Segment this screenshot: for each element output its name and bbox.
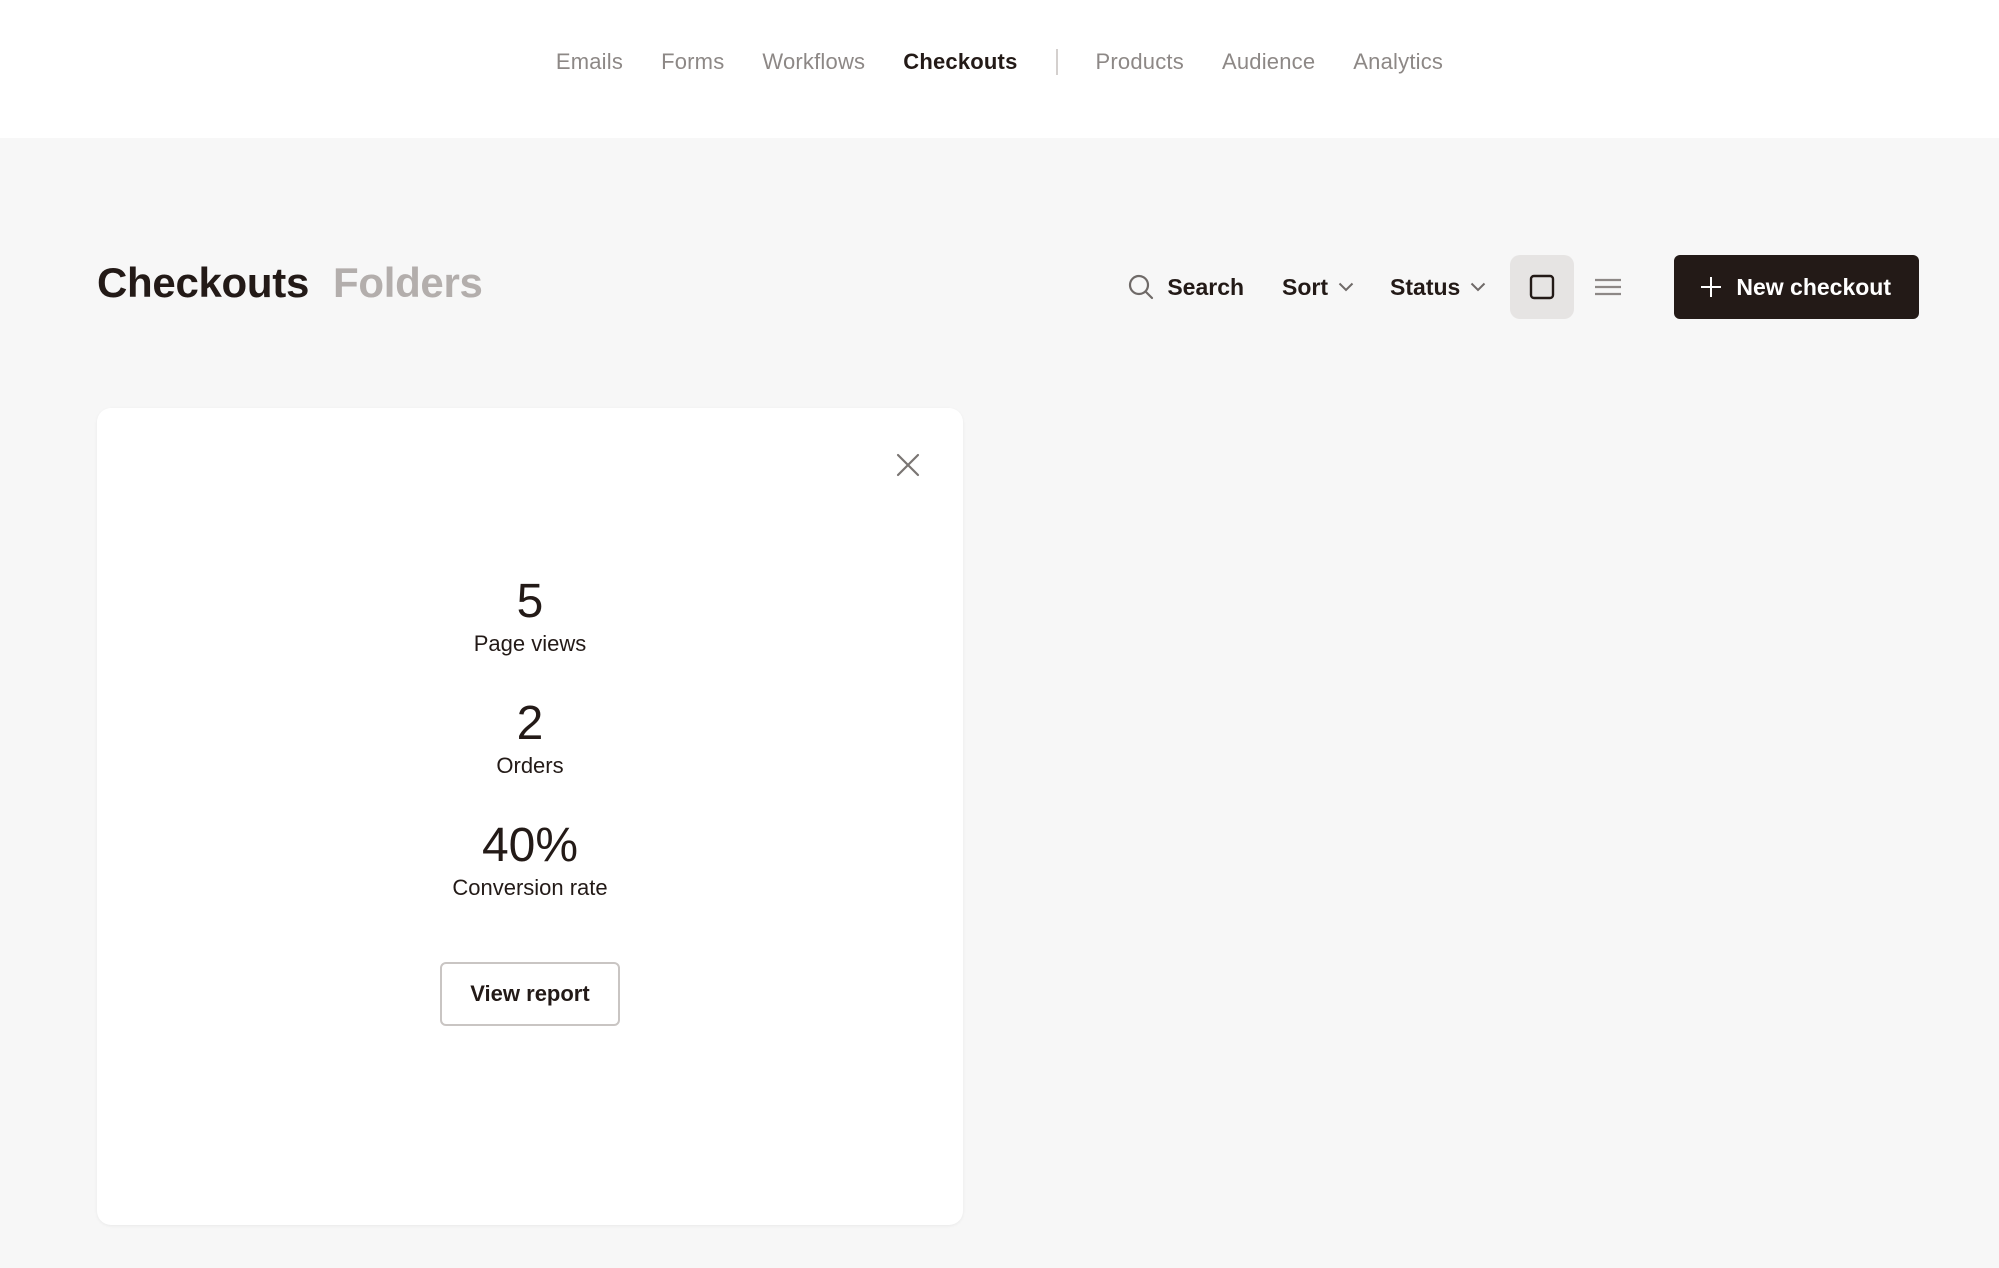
top-navigation: Emails Forms Workflows Checkouts Product…: [0, 0, 1999, 138]
search-label: Search: [1167, 273, 1245, 300]
stat-value: 40%: [481, 819, 579, 872]
search-icon: [1129, 274, 1154, 300]
nav-item-workflows[interactable]: Workflows: [743, 49, 884, 75]
stat-label: Page views: [473, 631, 587, 656]
nav-item-forms[interactable]: Forms: [642, 49, 743, 75]
nav-bar: Emails Forms Workflows Checkouts Product…: [0, 44, 1999, 80]
stat-label: Orders: [496, 753, 564, 778]
stat-value: 5: [516, 575, 544, 628]
nav-divider: [1055, 49, 1058, 75]
stat-orders: 2 Orders: [496, 698, 563, 780]
status-label: Status: [1390, 273, 1461, 300]
grid-view-icon: [1530, 274, 1555, 300]
toolbar: Search Sort Status New checkout: [1127, 255, 1919, 319]
stat-page-views: 5 Page views: [474, 576, 587, 658]
checkout-stats-card: 5 Page views 2 Orders 40% Conversion rat…: [97, 408, 963, 1225]
sort-label: Sort: [1282, 273, 1329, 300]
stat-conversion-rate: 40% Conversion rate: [452, 820, 607, 902]
grid-view-button[interactable]: [1510, 255, 1575, 319]
status-dropdown[interactable]: Status: [1390, 274, 1486, 301]
new-checkout-label: New checkout: [1736, 273, 1891, 300]
nav-item-emails[interactable]: Emails: [537, 49, 642, 75]
close-button[interactable]: [893, 450, 923, 480]
chevron-down-icon: [1338, 282, 1354, 292]
new-checkout-button[interactable]: New checkout: [1674, 255, 1919, 319]
list-view-button[interactable]: [1576, 255, 1640, 319]
search-button[interactable]: Search: [1127, 273, 1244, 301]
close-icon: [896, 453, 920, 477]
stat-label: Conversion rate: [452, 875, 608, 900]
chevron-down-icon: [1471, 282, 1486, 292]
nav-item-checkouts[interactable]: Checkouts: [884, 49, 1036, 75]
tab-folders[interactable]: Folders: [333, 259, 483, 307]
nav-item-analytics[interactable]: Analytics: [1334, 49, 1462, 75]
stat-value: 2: [516, 697, 544, 750]
list-view-icon: [1595, 278, 1622, 296]
nav-item-audience[interactable]: Audience: [1203, 49, 1334, 75]
stats-list: 5 Page views 2 Orders 40% Conversion rat…: [97, 576, 963, 1026]
plus-icon: [1701, 277, 1722, 297]
view-report-button[interactable]: View report: [440, 962, 620, 1026]
sort-dropdown[interactable]: Sort: [1282, 274, 1354, 301]
page-header: Checkouts Folders Search Sort Status New…: [97, 255, 1919, 319]
nav-item-products[interactable]: Products: [1077, 49, 1203, 75]
tab-checkouts[interactable]: Checkouts: [97, 259, 309, 307]
